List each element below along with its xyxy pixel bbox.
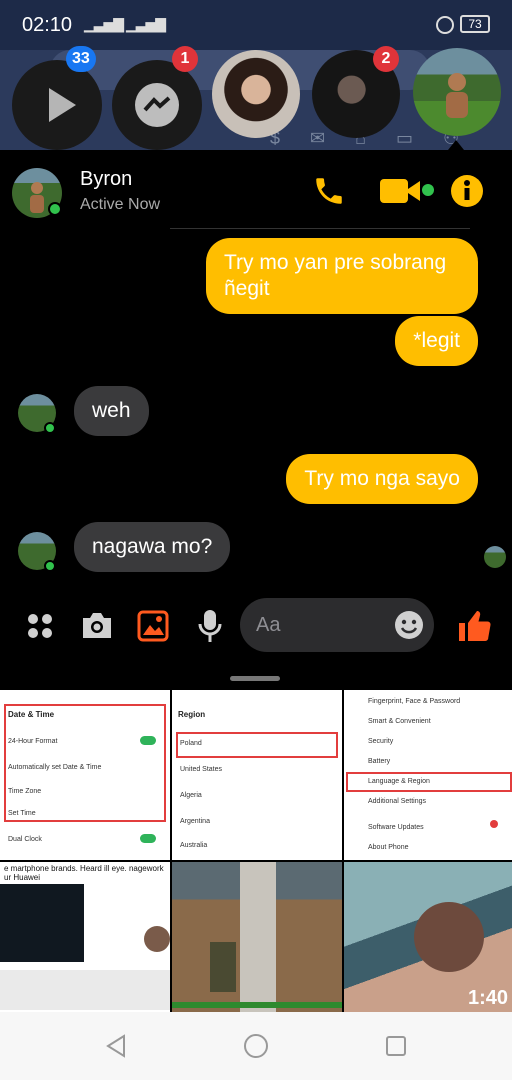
chat-head-contact-active[interactable] (413, 48, 501, 136)
tile-row: Set Time (8, 810, 36, 817)
header-divider (170, 228, 470, 229)
status-time: 02:10 (22, 14, 73, 36)
tile-caption: e martphone brands. Heard ill eye. nagew… (4, 864, 164, 882)
tile-row: Australia (180, 842, 208, 849)
tile-row: Fingerprint, Face & Password (368, 698, 461, 705)
online-indicator (44, 560, 56, 572)
toggle-icon (140, 736, 156, 745)
tile-row: Argentina (180, 818, 210, 825)
highlight-box (4, 704, 166, 822)
thumbnail-dark-region (0, 884, 84, 962)
online-indicator (44, 422, 56, 434)
status-bar: 02:10 ▁▃▅▇ ▁▃▅▇ 73 (0, 0, 512, 50)
tile-row: Automatically set Date & Time (8, 764, 102, 771)
tile-row: 24-Hour Format (8, 738, 58, 745)
gallery-tile[interactable]: Date & Time 24-Hour Format Automatically… (0, 690, 170, 860)
message-outgoing[interactable]: Try mo yan pre sobrang ñegit (206, 238, 478, 314)
message-input[interactable] (256, 612, 386, 638)
gallery-tile[interactable]: e martphone brands. Heard ill eye. nagew… (0, 862, 170, 1012)
gallery-tile[interactable]: Region Poland United States Algeria Arge… (172, 690, 342, 860)
photo-face (414, 902, 484, 972)
toggle-icon (140, 834, 156, 843)
thumbnail-avatar (144, 926, 170, 952)
avatar (446, 73, 468, 118)
gallery-tile[interactable]: 1:40 (344, 862, 512, 1012)
tile-row: Time Zone (8, 788, 42, 795)
chat-header: Byron Active Now (0, 150, 512, 230)
gallery-tile[interactable] (172, 862, 342, 1012)
progress-strip (172, 1002, 342, 1008)
thumbnail-light-region (0, 970, 170, 1010)
gallery-tile[interactable]: Fingerprint, Face & Password Smart & Con… (344, 690, 512, 860)
system-nav-bar (0, 1012, 512, 1080)
photo-tree-trunk (240, 862, 276, 1012)
chat-panel: Byron Active Now Try mo yan pre sobrang … (0, 150, 512, 665)
unread-badge-messenger: 1 (172, 46, 198, 72)
tile-row: Algeria (180, 792, 202, 799)
message-incoming[interactable]: weh (74, 386, 149, 436)
call-icon[interactable] (312, 174, 346, 208)
message-outgoing[interactable]: Try mo nga sayo (286, 454, 478, 504)
messenger-icon (135, 83, 179, 127)
photo-figure (210, 942, 236, 992)
thumbs-up-icon[interactable] (456, 608, 492, 644)
gallery-icon[interactable] (137, 610, 169, 642)
rotation-lock-icon (436, 16, 454, 34)
battery-indicator: 73 (460, 15, 490, 33)
tile-row: Security (368, 738, 394, 745)
media-gallery: Date & Time 24-Hour Format Automatically… (0, 690, 512, 1012)
home-icon[interactable] (243, 1033, 269, 1059)
drawer-handle[interactable] (230, 676, 280, 681)
more-apps-icon[interactable] (26, 612, 54, 640)
tile-row: Smart & Convenient (368, 718, 431, 725)
message-incoming[interactable]: nagawa mo? (74, 522, 231, 572)
tile-title: Region (178, 710, 206, 719)
tile-row: Software Updates (368, 824, 424, 831)
message-outgoing[interactable]: *legit (395, 316, 478, 366)
seen-receipt-avatar (484, 546, 506, 568)
chat-head-messenger[interactable] (112, 60, 202, 150)
contact-status: Active Now (80, 196, 161, 213)
contact-name[interactable]: Byron (80, 168, 132, 191)
video-duration: 1:40 (467, 987, 508, 1009)
camera-icon[interactable] (80, 610, 114, 640)
tile-row: About Phone (368, 844, 409, 851)
tile-row: Additional Settings (368, 798, 426, 805)
chat-head-contact-1[interactable] (212, 50, 300, 138)
pointer-caret-icon (448, 140, 464, 150)
play-icon (49, 88, 76, 122)
video-call-icon[interactable] (380, 176, 436, 206)
back-icon[interactable] (104, 1034, 128, 1058)
tile-row: Language & Region (368, 778, 430, 785)
online-indicator (48, 202, 62, 216)
microphone-icon[interactable] (197, 608, 223, 644)
tile-row: Battery (368, 758, 391, 765)
info-icon[interactable] (450, 174, 484, 208)
unread-badge-media: 33 (66, 46, 96, 72)
tile-title: Date & Time (8, 710, 55, 719)
tile-row: Poland (180, 740, 202, 747)
unread-badge-contact-2: 2 (373, 46, 399, 72)
emoji-icon[interactable] (394, 610, 424, 640)
tile-row: Dual Clock (8, 836, 42, 843)
recents-icon[interactable] (385, 1035, 407, 1057)
tile-row: United States (180, 766, 223, 773)
signal-icon: ▁▃▅▇ ▁▃▅▇ (84, 16, 166, 32)
chat-head-media[interactable] (12, 60, 102, 150)
message-input-container (240, 598, 434, 652)
update-dot-icon (490, 820, 498, 828)
